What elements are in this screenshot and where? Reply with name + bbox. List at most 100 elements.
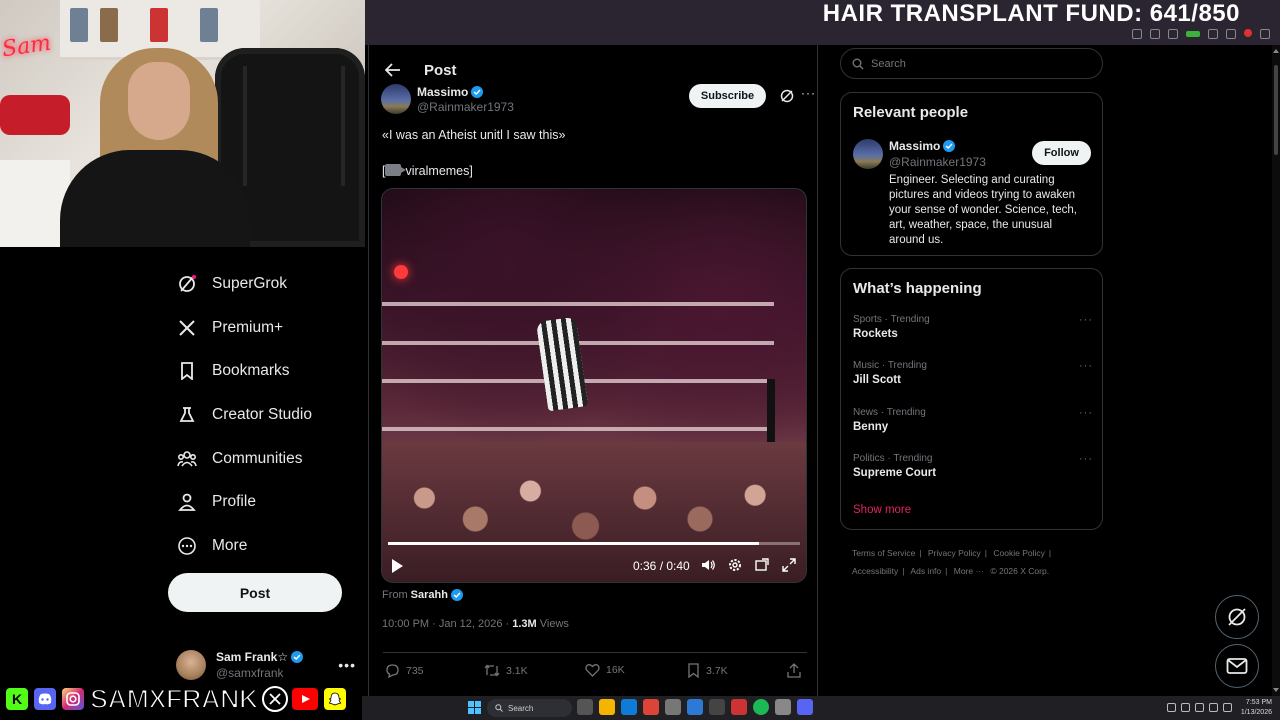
- trend-item[interactable]: News · Trending Benny ···: [853, 407, 1093, 447]
- arena-light: [394, 265, 408, 279]
- cookie-link[interactable]: Cookie Policy: [993, 548, 1045, 558]
- tray-icon[interactable]: [1181, 703, 1190, 712]
- trend-item[interactable]: Politics · Trending Supreme Court ···: [853, 453, 1093, 493]
- sidebar-icon[interactable]: [1226, 29, 1236, 39]
- star-icon[interactable]: [1168, 29, 1178, 39]
- video-progress-bar[interactable]: [388, 542, 800, 545]
- chrome-icon[interactable]: [775, 699, 791, 715]
- app-icon[interactable]: [687, 699, 703, 715]
- trend-category: Sports · Trending: [853, 314, 930, 325]
- app-icon[interactable]: [709, 699, 725, 715]
- account-switcher[interactable]: Sam Frank☆ @samxfrank •••: [176, 645, 356, 685]
- from-name[interactable]: Sarahh: [411, 589, 448, 601]
- tray-icon[interactable]: [1223, 703, 1232, 712]
- subscribe-button[interactable]: Subscribe: [689, 84, 766, 108]
- repost-button[interactable]: 3.1K: [484, 663, 528, 678]
- grok-fab[interactable]: [1215, 595, 1259, 639]
- person-bio: Engineer. Selecting and curating picture…: [889, 174, 1077, 246]
- like-button[interactable]: 16K: [585, 663, 625, 677]
- privacy-link[interactable]: Privacy Policy: [928, 548, 981, 558]
- sidebar-item-premium[interactable]: Premium+: [168, 306, 358, 350]
- post-header: Post: [383, 55, 457, 85]
- chrome-icon[interactable]: [643, 699, 659, 715]
- taskbar-search[interactable]: Search: [487, 699, 572, 717]
- streamer-handle: SAMXFRANK: [89, 683, 260, 715]
- sidebar-item-creator-studio[interactable]: Creator Studio: [168, 393, 358, 437]
- author-handle[interactable]: @Rainmaker1973: [417, 100, 514, 114]
- trend-more-icon[interactable]: ···: [1079, 314, 1093, 326]
- sidebar-item-communities[interactable]: Communities: [168, 437, 358, 481]
- app-icon[interactable]: [665, 699, 681, 715]
- reply-count: 735: [406, 664, 424, 677]
- follow-button[interactable]: Follow: [1032, 141, 1091, 165]
- ads-info-link[interactable]: Ads info: [910, 566, 941, 576]
- extensions-icon[interactable]: [1208, 29, 1218, 39]
- video-player[interactable]: 0:36 / 0:40: [381, 188, 807, 583]
- trend-item[interactable]: Music · Trending Jill Scott ···: [853, 360, 1093, 400]
- windows-taskbar: Search 7:53 PM 1/13/2026: [362, 696, 1280, 720]
- x-logo-icon: [177, 318, 197, 338]
- compose-post-button[interactable]: Post: [168, 573, 342, 612]
- terms-link[interactable]: Terms of Service: [852, 548, 915, 558]
- profile-icon[interactable]: [1244, 29, 1252, 37]
- bookmark-count: 3.7K: [706, 664, 728, 677]
- sidebar-item-bookmarks[interactable]: Bookmarks: [168, 349, 358, 393]
- account-more-icon[interactable]: •••: [338, 657, 356, 673]
- tray-icon[interactable]: [1195, 703, 1204, 712]
- person-handle[interactable]: @Rainmaker1973: [889, 155, 986, 169]
- trend-more-icon[interactable]: ···: [1079, 360, 1093, 372]
- fullscreen-icon[interactable]: [781, 557, 797, 573]
- person-name[interactable]: Massimo: [889, 139, 940, 153]
- page-scrollbar[interactable]: [1272, 45, 1280, 696]
- trend-more-icon[interactable]: ···: [1079, 453, 1093, 465]
- post-more-icon[interactable]: ···: [801, 86, 816, 100]
- tray-icon[interactable]: [1209, 703, 1218, 712]
- spotify-icon[interactable]: [753, 699, 769, 715]
- author-name[interactable]: Massimo: [417, 85, 468, 99]
- search-input[interactable]: [871, 57, 1071, 70]
- avatar[interactable]: [853, 139, 883, 169]
- author-avatar[interactable]: [381, 84, 411, 114]
- volume-icon[interactable]: [700, 557, 716, 573]
- share-button[interactable]: [787, 663, 801, 678]
- reply-button[interactable]: 735: [385, 663, 424, 678]
- clock-time: 7:53 PM: [1245, 699, 1272, 706]
- zoom-icon[interactable]: [1150, 29, 1160, 39]
- social-links-bar: K SAMXFRANK: [0, 683, 362, 715]
- sidebar-item-supergrok[interactable]: SuperGrok: [168, 262, 358, 306]
- edge-icon[interactable]: [621, 699, 637, 715]
- task-view-icon[interactable]: [577, 699, 593, 715]
- back-arrow-icon[interactable]: [383, 60, 403, 80]
- obs-icon[interactable]: [731, 699, 747, 715]
- search-box[interactable]: [840, 48, 1103, 79]
- trend-more-icon[interactable]: ···: [1079, 407, 1093, 419]
- file-explorer-icon[interactable]: [599, 699, 615, 715]
- sidebar-item-more[interactable]: More: [168, 524, 358, 568]
- tray-icon[interactable]: [1167, 703, 1176, 712]
- red-plush: [0, 95, 70, 135]
- sidebar-item-profile[interactable]: Profile: [168, 480, 358, 524]
- extension-icon[interactable]: [1186, 31, 1200, 37]
- scrollbar-thumb[interactable]: [1274, 65, 1278, 155]
- play-icon[interactable]: [392, 559, 403, 573]
- grok-icon[interactable]: [779, 88, 795, 104]
- video-time: 0:36 / 0:40: [633, 559, 690, 573]
- scroll-up-arrow[interactable]: [1273, 49, 1279, 53]
- picture-in-picture-icon[interactable]: [754, 557, 770, 573]
- discord-icon[interactable]: [797, 699, 813, 715]
- clock[interactable]: 7:53 PM 1/13/2026: [1241, 698, 1272, 718]
- scroll-down-arrow[interactable]: [1273, 688, 1279, 692]
- verified-badge-icon: [471, 86, 484, 98]
- toolbar-icon[interactable]: [1132, 29, 1142, 39]
- accessibility-link[interactable]: Accessibility: [852, 566, 898, 576]
- show-more-link[interactable]: Show more: [853, 504, 911, 516]
- settings-icon[interactable]: [727, 557, 743, 573]
- menu-icon[interactable]: [1260, 29, 1270, 39]
- post-column: Post Massimo @Rainmaker1973 Subscribe ··…: [368, 45, 818, 696]
- footer-more-link[interactable]: More ···: [954, 566, 984, 576]
- messages-fab[interactable]: [1215, 644, 1259, 688]
- bookmark-button[interactable]: 3.7K: [687, 663, 728, 678]
- trend-item[interactable]: Sports · Trending Rockets ···: [853, 314, 1093, 354]
- windows-start-icon[interactable]: [468, 701, 481, 714]
- post-timestamp[interactable]: 10:00 PM · Jan 12, 2026 ·: [382, 618, 512, 630]
